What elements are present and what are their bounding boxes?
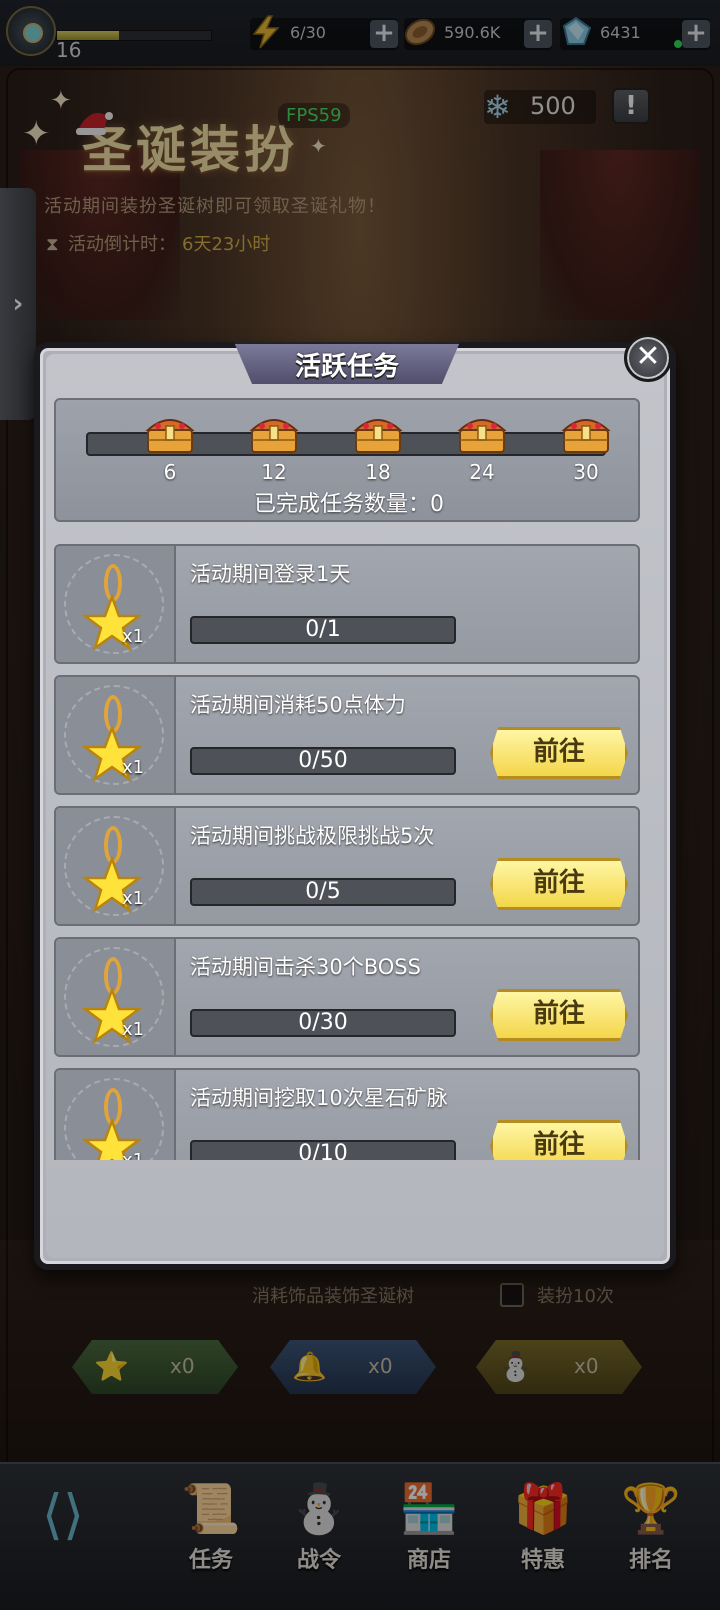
reward-slot[interactable]: x1 — [56, 677, 176, 793]
treasure-chest-icon[interactable] — [144, 412, 196, 456]
go-button[interactable]: 前往 — [490, 858, 628, 910]
task-name: 活动期间挖取10次星石矿脉 — [190, 1086, 448, 1110]
task-name: 活动期间消耗50点体力 — [190, 693, 406, 717]
task-progress: 0/1 — [190, 616, 456, 644]
milestone-value: 24 — [469, 460, 495, 484]
task-progress: 0/5 — [190, 878, 456, 906]
milestone-value: 6 — [163, 460, 177, 484]
go-button[interactable]: 前往 — [490, 727, 628, 779]
modal-title: 活跃任务 — [294, 352, 399, 382]
go-button[interactable]: 前往 — [490, 989, 628, 1041]
task-row: x1 活动期间挖取10次星石矿脉 0/10 前往 — [54, 1068, 640, 1160]
reward-slot[interactable]: x1 — [56, 546, 176, 662]
task-row: x1 活动期间登录1天 0/1 — [54, 544, 640, 664]
treasure-chest-icon[interactable] — [456, 412, 508, 456]
go-button[interactable]: 前往 — [490, 1120, 628, 1160]
treasure-chest-icon[interactable] — [352, 412, 404, 456]
reward-slot[interactable]: x1 — [56, 939, 176, 1055]
reward-quantity: x1 — [122, 1019, 145, 1040]
milestone-value: 30 — [573, 460, 599, 484]
reward-slot[interactable]: x1 — [56, 1070, 176, 1160]
reward-quantity: x1 — [122, 1150, 144, 1160]
reward-quantity: x1 — [122, 757, 145, 778]
task-name: 活动期间登录1天 — [190, 562, 351, 586]
task-row: x1 活动期间消耗50点体力 0/50 前往 — [54, 675, 640, 795]
task-row: x1 活动期间击杀30个BOSS 0/30 前往 — [54, 937, 640, 1057]
task-progress: 0/50 — [190, 747, 456, 775]
task-progress: 0/30 — [190, 1009, 456, 1037]
task-row: x1 活动期间挑战极限挑战5次 0/5 前往 — [54, 806, 640, 926]
task-progress: 0/10 — [190, 1140, 456, 1160]
treasure-chest-icon[interactable] — [560, 412, 612, 456]
completed-count: 已完成任务数量：0 — [254, 492, 444, 517]
task-list[interactable]: x1 活动期间登录1天 0/1 x1 活动期间消耗50点体力 0/50 前往 x1 活动期间挑战… — [54, 544, 640, 1160]
reward-quantity: x1 — [122, 888, 145, 909]
task-name: 活动期间挑战极限挑战5次 — [190, 824, 435, 848]
milestone-progress: 6 12 18 24 30 已完成任务数量：0 — [54, 398, 640, 522]
close-button[interactable]: ✕ — [624, 334, 672, 382]
reward-slot[interactable]: x1 — [56, 808, 176, 924]
treasure-chest-icon[interactable] — [248, 412, 300, 456]
milestone-value: 18 — [365, 460, 391, 484]
reward-quantity: x1 — [122, 626, 145, 647]
milestone-value: 12 — [261, 460, 287, 484]
task-name: 活动期间击杀30个BOSS — [190, 955, 421, 979]
